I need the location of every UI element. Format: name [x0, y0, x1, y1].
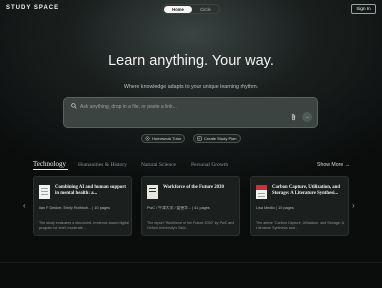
- chip-label: Create Study Plan: [204, 136, 237, 141]
- tab-technology[interactable]: Technology: [33, 160, 68, 170]
- card-title: Carbon Capture, Utilization, and Storage…: [272, 185, 341, 197]
- carousel-next-icon[interactable]: ›: [352, 201, 355, 210]
- tutor-icon: [145, 136, 150, 141]
- homework-tutor-chip[interactable]: Homework Tutor: [141, 134, 185, 143]
- top-bar: STUDY SPACE Home Circle Sign In: [0, 0, 382, 18]
- attach-icon[interactable]: [290, 113, 297, 121]
- divider: [0, 262, 382, 263]
- card-title: Workforce of the Future 2030: [163, 185, 224, 190]
- show-more-link[interactable]: Show More →: [317, 162, 350, 168]
- search-icon: [71, 103, 77, 109]
- chip-label: Homework Tutor: [152, 136, 182, 141]
- card-description: The study evaluates a structured, eviden…: [39, 221, 129, 230]
- create-study-plan-chip[interactable]: Create Study Plan: [193, 134, 241, 143]
- hero-subtitle: Where knowledge adapts to your unique le…: [123, 84, 259, 90]
- card-title: Combining AI and human support in mental…: [55, 185, 126, 197]
- document-thumbnail: [39, 185, 50, 199]
- carousel-prev-icon[interactable]: ‹: [23, 201, 26, 210]
- content-card[interactable]: Carbon Capture, Utilization, and Storage…: [250, 176, 349, 236]
- content-card[interactable]: Combining AI and human support in mental…: [33, 176, 132, 236]
- tab-natural-science[interactable]: Natural Science: [141, 162, 176, 168]
- search-box[interactable]: Ask anything, drop in a file, or paste a…: [63, 97, 318, 128]
- sign-in-button[interactable]: Sign In: [351, 4, 376, 14]
- tab-humanities-history[interactable]: Humanities & History: [78, 162, 127, 168]
- view-toggle[interactable]: Home Circle: [162, 4, 220, 14]
- card-meta: Lisa Medlic | 10 pages: [256, 206, 294, 210]
- toggle-circle[interactable]: Circle: [192, 6, 219, 13]
- send-button[interactable]: →: [302, 112, 312, 122]
- hero-title: Learn anything. Your way.: [108, 53, 274, 69]
- card-description: The report "Workforce of the Future 2030…: [147, 221, 235, 230]
- arrow-right-icon: →: [304, 114, 310, 120]
- tab-personal-growth[interactable]: Personal Growth: [191, 162, 228, 168]
- content-card[interactable]: Workforce of the Future 2030 PwC / 牛津大学 …: [141, 176, 240, 236]
- card-description: The article "Carbon Capture, Utilization…: [256, 221, 344, 230]
- tab-label: Technology: [33, 160, 66, 168]
- active-tab-underline: [33, 169, 68, 170]
- document-thumbnail: [256, 185, 267, 199]
- search-input[interactable]: Ask anything, drop in a file, or paste a…: [80, 104, 177, 110]
- document-thumbnail: [147, 185, 158, 199]
- app-logo[interactable]: STUDY SPACE: [6, 5, 59, 11]
- card-meta: Ilan F Dekker, Emily Rothboh... | 10 pag…: [39, 206, 111, 210]
- card-meta: PwC / 牛津大学 / 爱德华... | 41 pages: [147, 206, 210, 210]
- plan-icon: [197, 136, 202, 141]
- toggle-home[interactable]: Home: [164, 6, 192, 13]
